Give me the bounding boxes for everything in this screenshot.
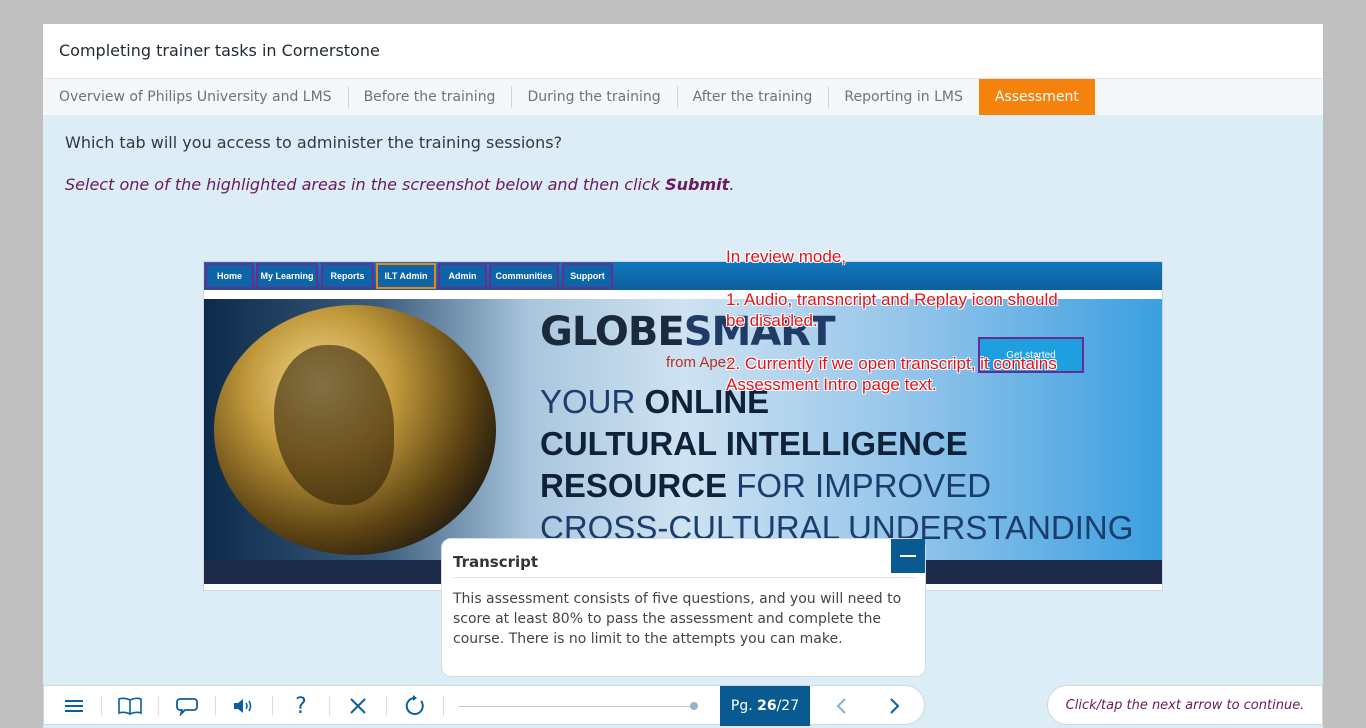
- continue-hint: Click/tap the next arrow to continue.: [1047, 685, 1323, 725]
- question-text: Which tab will you access to administer …: [65, 133, 563, 152]
- transcript-divider: [453, 577, 915, 578]
- menu-icon: [65, 700, 83, 712]
- tab-before-training[interactable]: Before the training: [347, 79, 512, 115]
- menu-button[interactable]: [46, 686, 102, 726]
- tab-after-training[interactable]: After the training: [676, 79, 829, 115]
- minus-icon: [900, 555, 916, 557]
- page-prefix: Pg.: [730, 698, 753, 714]
- close-icon: [350, 698, 366, 714]
- book-icon: [118, 697, 142, 715]
- glossary-button[interactable]: [102, 686, 158, 726]
- screenshot-navbar: Home My Learning Reports ILT Admin Admin…: [204, 262, 1162, 290]
- chat-icon: [176, 698, 198, 716]
- instruction-submit-word: Submit: [665, 175, 730, 194]
- globe-image: [214, 305, 496, 555]
- instruction-prefix: Select one of the highlighted areas in t…: [65, 175, 666, 194]
- transcript-title: Transcript: [453, 553, 539, 571]
- exit-button[interactable]: [330, 686, 386, 726]
- hotspot-my-learning[interactable]: My Learning: [256, 263, 318, 289]
- tab-overview[interactable]: Overview of Philips University and LMS: [43, 79, 348, 115]
- toolbar-separator: [443, 696, 444, 716]
- transcript-minimize-button[interactable]: [891, 539, 925, 573]
- hotspot-home[interactable]: Home: [205, 263, 254, 289]
- progress-knob[interactable]: [690, 702, 698, 710]
- instruction-suffix: .: [729, 175, 735, 194]
- course-title: Completing trainer tasks in Cornerstone: [59, 41, 380, 60]
- hotspot-admin[interactable]: Admin: [438, 263, 487, 289]
- audio-button[interactable]: [216, 686, 272, 726]
- progress-track: [459, 706, 695, 707]
- tagline-3-plain: FOR IMPROVED: [727, 467, 992, 504]
- tagline-line-2: CULTURAL INTELLIGENCE: [540, 425, 968, 463]
- tab-during-training[interactable]: During the training: [511, 79, 676, 115]
- replay-button[interactable]: [387, 686, 443, 726]
- hotspot-support[interactable]: Support: [562, 263, 613, 289]
- review-note-line-5: Assessment Intro page text.: [726, 375, 937, 394]
- review-note-line-1: In review mode,: [726, 247, 846, 266]
- tab-assessment[interactable]: Assessment: [978, 79, 1095, 115]
- transcript-text: This assessment consists of five questio…: [453, 591, 902, 647]
- tagline-3-bold: RESOURCE: [540, 467, 728, 504]
- transcript-button[interactable]: [159, 686, 215, 726]
- course-player: Completing trainer tasks in Cornerstone …: [43, 24, 1323, 728]
- tagline-2-bold: CULTURAL INTELLIGENCE: [540, 425, 968, 462]
- review-note-line-4: 2. Currently if we open transcript, it c…: [726, 354, 1057, 373]
- globesmart-banner: GLOBESMART from Apex YOUR ONLINE CULTURA…: [204, 299, 1162, 560]
- review-note-line-2: 1. Audio, transncript and Replay icon sh…: [726, 290, 1058, 309]
- page-current: 26: [757, 698, 777, 714]
- replay-icon: [405, 695, 424, 715]
- hotspot-ilt-admin[interactable]: ILT Admin: [376, 263, 436, 289]
- previous-arrow-icon: [836, 698, 846, 714]
- logo-subtitle: from Apex: [666, 354, 734, 371]
- audio-icon: [234, 699, 252, 713]
- question-instruction: Select one of the highlighted areas in t…: [65, 175, 734, 194]
- tab-reporting[interactable]: Reporting in LMS: [828, 79, 979, 115]
- next-button[interactable]: [870, 686, 920, 726]
- transcript-panel: Transcript This assessment consists of f…: [441, 538, 926, 677]
- section-tabs: Overview of Philips University and LMS B…: [43, 79, 1323, 115]
- player-toolbar: ? Pg. 26/27: [43, 685, 925, 726]
- page-indicator: Pg. 26/27: [720, 686, 810, 726]
- hotspot-reports[interactable]: Reports: [321, 263, 374, 289]
- hotspot-communities[interactable]: Communities: [489, 263, 559, 289]
- course-header: Completing trainer tasks in Cornerstone: [43, 24, 1323, 79]
- help-icon: ?: [295, 693, 307, 719]
- page-total: /27: [776, 698, 800, 714]
- tagline-1-plain: YOUR: [540, 383, 645, 420]
- previous-button[interactable]: [816, 686, 866, 726]
- next-arrow-icon: [890, 698, 900, 714]
- globe-continent: [274, 345, 394, 505]
- logo-main: GLOBE: [540, 309, 685, 355]
- help-button[interactable]: ?: [273, 686, 329, 726]
- review-note-line-3: be disabled.: [726, 311, 818, 330]
- tagline-line-3: RESOURCE FOR IMPROVED: [540, 467, 991, 505]
